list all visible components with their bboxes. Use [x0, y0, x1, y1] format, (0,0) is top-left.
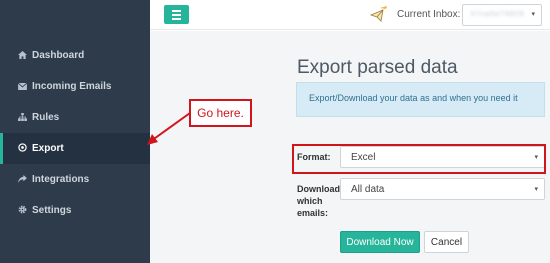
- download-emails-select[interactable]: All data ▾: [340, 178, 545, 200]
- share-icon: [16, 174, 28, 185]
- cancel-button[interactable]: Cancel: [424, 231, 469, 253]
- sidebar-brand: [0, 0, 150, 28]
- current-inbox-select[interactable]: h7ca5e74829 ▾: [462, 4, 542, 26]
- target-icon: [16, 143, 28, 154]
- download-which-emails-label: Download which emails:: [297, 184, 340, 218]
- annotation-highlight-box: [292, 144, 546, 174]
- sidebar-item-incoming-emails[interactable]: Incoming Emails: [0, 71, 150, 102]
- sidebar-item-settings[interactable]: Settings: [0, 195, 150, 226]
- sidebar-item-export[interactable]: Export: [0, 133, 150, 164]
- annotation-callout: Go here.: [189, 99, 252, 127]
- envelope-icon: [16, 82, 28, 92]
- sidebar-item-label: Settings: [32, 205, 72, 216]
- chevron-down-icon: ▾: [534, 186, 538, 193]
- sidebar-item-rules[interactable]: Rules: [0, 102, 150, 133]
- page-title: Export parsed data: [297, 57, 458, 78]
- sidebar-item-label: Rules: [32, 112, 60, 123]
- chevron-down-icon: ▾: [531, 11, 535, 18]
- sidebar-item-dashboard[interactable]: Dashboard: [0, 40, 150, 71]
- sidebar-item-integrations[interactable]: Integrations: [0, 164, 150, 195]
- hamburger-icon: [172, 13, 181, 16]
- hamburger-icon: [172, 9, 181, 12]
- pencil-envelope-icon: [369, 6, 387, 22]
- sidebar-item-label: Incoming Emails: [32, 81, 112, 92]
- sidebar: Dashboard Incoming Emails Rules Export I…: [0, 0, 150, 263]
- sidebar-item-label: Export: [32, 143, 64, 154]
- current-inbox-value: h7ca5e74829: [471, 11, 525, 18]
- top-bar: Current Inbox: h7ca5e74829 ▾: [150, 0, 550, 30]
- sidebar-nav: Dashboard Incoming Emails Rules Export I…: [0, 40, 150, 226]
- download-emails-select-value: All data: [351, 184, 385, 195]
- download-now-button[interactable]: Download Now: [340, 231, 420, 253]
- sidebar-item-label: Dashboard: [32, 50, 85, 61]
- current-inbox-label: Current Inbox:: [397, 9, 461, 20]
- sitemap-icon: [16, 112, 28, 123]
- info-alert: Export/Download your data as and when yo…: [296, 82, 545, 117]
- menu-toggle-button[interactable]: [164, 5, 189, 24]
- home-icon: [16, 50, 28, 61]
- gear-icon: [16, 205, 28, 216]
- sidebar-item-label: Integrations: [32, 174, 90, 185]
- hamburger-icon: [172, 17, 181, 20]
